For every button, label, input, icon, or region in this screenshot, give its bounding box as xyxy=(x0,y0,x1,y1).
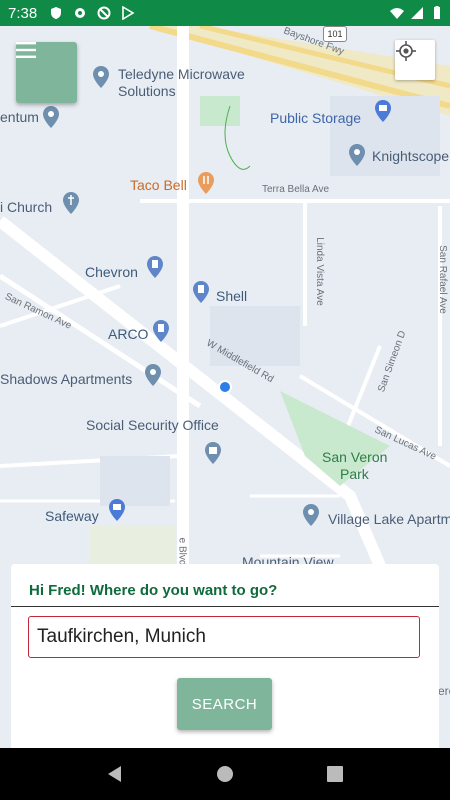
place-label: Social Security Office xyxy=(86,417,219,433)
place-label: San Veron xyxy=(322,449,388,465)
road-label: San Rafael Ave xyxy=(436,245,448,314)
road-label: Linda Vista Ave xyxy=(313,237,325,306)
map-pin-icon[interactable] xyxy=(348,144,366,166)
destination-card: Hi Fred! Where do you want to go? SEARCH xyxy=(11,564,439,748)
gas-pin-icon[interactable] xyxy=(146,256,164,278)
navigation-bar xyxy=(0,748,450,800)
status-time: 7:38 xyxy=(8,4,38,22)
wifi-icon xyxy=(390,8,404,19)
battery-icon xyxy=(434,6,440,19)
crosshair-icon xyxy=(396,41,416,61)
church-pin-icon[interactable] xyxy=(62,192,80,214)
shield-icon xyxy=(51,7,62,19)
greeting-text: Hi Fred! Where do you want to go? xyxy=(29,582,278,599)
card-divider xyxy=(11,606,439,607)
destination-input[interactable] xyxy=(28,616,420,658)
place-label: Teledyne Microwave xyxy=(118,66,245,82)
map-pin-icon[interactable] xyxy=(92,66,110,88)
home-circle-icon xyxy=(217,766,233,782)
place-label: Public Storage xyxy=(270,110,362,126)
back-triangle-icon xyxy=(108,766,121,782)
government-pin-icon[interactable] xyxy=(204,442,222,464)
recents-square-icon xyxy=(327,766,343,782)
place-label: Park xyxy=(340,466,369,482)
place-label: entum xyxy=(0,109,39,125)
restaurant-pin-icon[interactable] xyxy=(197,172,215,194)
do-not-disturb-icon xyxy=(97,6,111,20)
road-label: ere xyxy=(438,684,450,698)
map-pin-icon[interactable] xyxy=(42,106,60,128)
gas-pin-icon[interactable] xyxy=(192,281,210,303)
menu-button[interactable] xyxy=(16,42,77,103)
status-bar: 7:38 xyxy=(0,0,450,26)
storage-pin-icon[interactable] xyxy=(374,100,392,122)
home-button[interactable] xyxy=(213,762,237,786)
my-location-button[interactable] xyxy=(395,40,435,80)
place-label: Village Lake Apartm xyxy=(328,511,450,527)
place-label: Shell xyxy=(216,288,248,304)
map-pin-icon[interactable] xyxy=(144,364,162,386)
hamburger-menu-icon xyxy=(16,42,36,58)
place-label: Shadows Apartments xyxy=(0,371,133,387)
gas-pin-icon[interactable] xyxy=(152,320,170,342)
play-store-icon xyxy=(122,6,135,20)
place-label: Taco Bell xyxy=(130,177,187,193)
road-label: Terra Bella Ave xyxy=(262,184,330,195)
signal-icon xyxy=(411,7,423,19)
place-label: i Church xyxy=(0,199,53,215)
place-label: Safeway xyxy=(45,508,99,524)
current-location-dot xyxy=(218,380,232,394)
shopping-pin-icon[interactable] xyxy=(108,499,126,521)
gear-icon xyxy=(75,8,86,18)
place-label: Solutions xyxy=(118,83,176,99)
back-button[interactable] xyxy=(103,762,127,786)
search-button[interactable]: SEARCH xyxy=(177,678,272,730)
map-pin-icon[interactable] xyxy=(302,504,320,526)
place-label: Chevron xyxy=(85,264,138,280)
place-label: ARCO xyxy=(108,326,149,342)
place-label: Knightscope xyxy=(372,148,450,164)
road-label: e Blvd xyxy=(176,537,188,566)
recents-button[interactable] xyxy=(323,762,347,786)
